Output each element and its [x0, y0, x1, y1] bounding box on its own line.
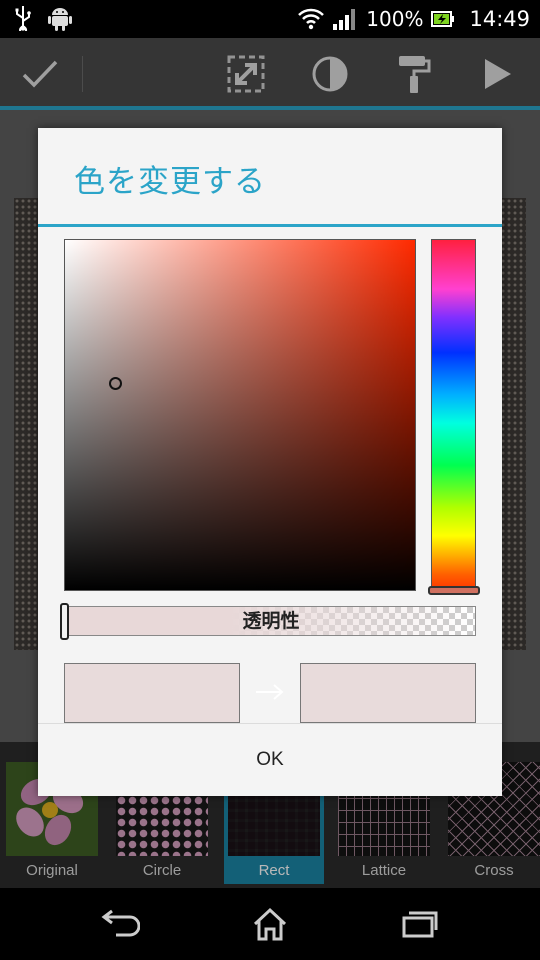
back-icon: [101, 909, 140, 937]
battery-icon: [431, 11, 455, 27]
usb-icon: [15, 6, 31, 31]
battery-percent: 100%: [366, 7, 424, 31]
hue-slider-handle[interactable]: [428, 586, 480, 595]
screen: 100% 14:49 Original Circle Rect Lattice …: [0, 0, 540, 960]
ok-button[interactable]: OK: [38, 724, 502, 796]
clock: 14:49: [469, 7, 530, 31]
hue-slider[interactable]: [431, 239, 476, 593]
android-icon: [48, 8, 72, 31]
home-icon: [253, 907, 287, 941]
old-color-swatch: [64, 663, 240, 723]
color-picker-cursor[interactable]: [109, 377, 122, 390]
new-color-swatch: [300, 663, 476, 723]
dialog-title: 色を変更する: [74, 164, 266, 200]
color-picker-dialog: 色を変更する 透明性 OK: [38, 128, 502, 796]
back-button[interactable]: [98, 904, 142, 944]
saturation-value-picker[interactable]: [64, 239, 416, 591]
wifi-icon: [298, 8, 325, 30]
recent-apps-button[interactable]: [398, 904, 442, 944]
alpha-label: 透明性: [242, 610, 300, 632]
home-button[interactable]: [248, 904, 292, 944]
recent-apps-icon: [402, 911, 438, 938]
alpha-slider[interactable]: 透明性: [64, 606, 476, 636]
status-bar: 100% 14:49: [0, 0, 540, 38]
arrow-right-icon: [256, 684, 284, 700]
alpha-slider-handle[interactable]: [60, 603, 69, 640]
navigation-bar: [0, 888, 540, 960]
dialog-title-divider: [38, 224, 502, 227]
signal-icon: [333, 9, 356, 30]
